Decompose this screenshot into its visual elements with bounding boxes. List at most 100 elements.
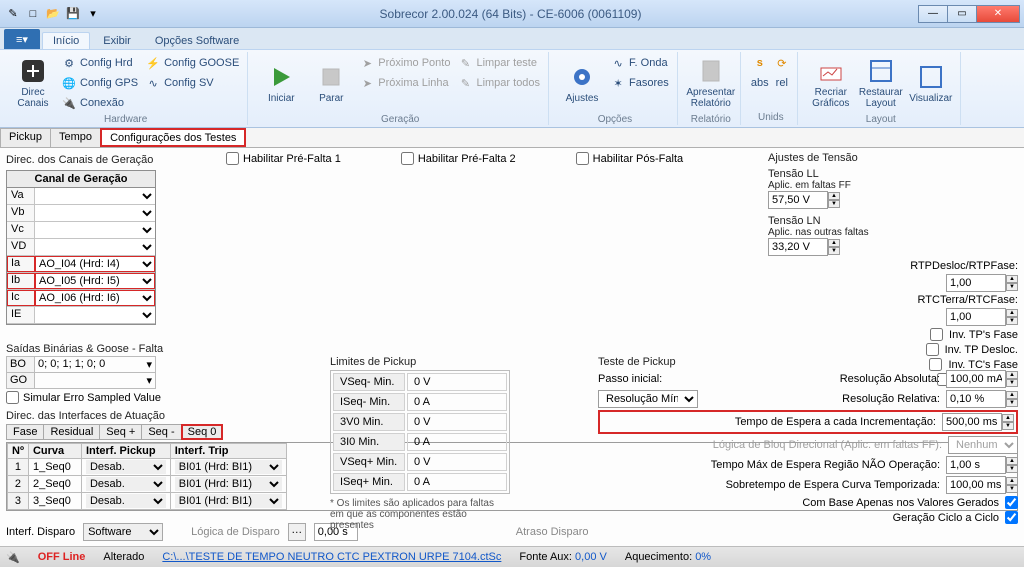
limites-table: VSeq- Min.0 VISeq- Min.0 A3V0 Min.0 V3I0…	[330, 370, 510, 494]
interf-disparo-select[interactable]: Software	[83, 523, 163, 541]
itab-seq-zero[interactable]: Seq 0	[181, 424, 224, 440]
dropdown-icon[interactable]: ▾	[146, 358, 152, 371]
f-onda-button[interactable]: ∿F. Onda	[609, 54, 671, 72]
res-rel-input[interactable]	[946, 390, 1006, 408]
curva-row: 22_Seq0Desab.BI01 (Hrd: BI1)	[8, 476, 287, 493]
chk-pos-falta[interactable]: Habilitar Pós-Falta	[576, 152, 683, 165]
logica-disparo-btn[interactable]: …	[288, 523, 306, 541]
chk-pre-falta-2[interactable]: Habilitar Pré-Falta 2	[401, 152, 516, 165]
apresentar-relatorio-button[interactable]: Apresentar Relatório	[688, 54, 734, 112]
limites-note: * Os limites são aplicados para faltas e…	[330, 498, 510, 531]
recriar-graficos-button[interactable]: Recriar Gráficos	[808, 54, 854, 112]
tab-config-testes[interactable]: Configurações dos Testes	[100, 128, 246, 147]
unit-rel-button[interactable]: rel	[773, 74, 791, 92]
limpar-teste-button[interactable]: ✎Limpar teste	[456, 54, 542, 72]
tempo-espera-input[interactable]	[942, 413, 1002, 431]
bo-row[interactable]: BO0; 0; 1; 1; 0; 0▾	[6, 356, 156, 373]
rtc-input[interactable]	[946, 308, 1006, 326]
gen-select-ib[interactable]: AO_I05 (Hrd: I5)	[35, 273, 155, 289]
tensao-ll-input[interactable]	[768, 191, 828, 209]
trip-select[interactable]: BI01 (Hrd: BI1)	[175, 460, 282, 474]
config-goose-button[interactable]: ⚡Config GOOSE	[144, 54, 241, 72]
limpar-todos-button[interactable]: ✎Limpar todos	[456, 74, 542, 92]
pickup-select[interactable]: Desab.	[86, 460, 166, 474]
itab-seq-minus[interactable]: Seq -	[141, 424, 181, 440]
ribbon: Direc Canais ⚙Config Hrd 🌐Config GPS 🔌Co…	[0, 50, 1024, 128]
config-hrd-button[interactable]: ⚙Config Hrd	[60, 54, 140, 72]
open-icon[interactable]: 📂	[44, 5, 62, 23]
gen-select-ia[interactable]: AO_I04 (Hrd: I4)	[35, 256, 155, 272]
gen-row-ic: IcAO_I06 (Hrd: I6)	[7, 290, 155, 307]
title-bar: ✎ □ 📂 💾 ▾ Sobrecor 2.00.024 (64 Bits) - …	[0, 0, 1024, 28]
restaurar-layout-button[interactable]: Restaurar Layout	[858, 54, 904, 112]
go-row[interactable]: GO▾	[6, 372, 156, 389]
rtp-input[interactable]	[946, 274, 1006, 292]
arrows-icon	[19, 57, 47, 85]
atraso-disparo-label: Atraso Disparo	[516, 526, 589, 538]
sobretempo-input[interactable]	[946, 476, 1006, 494]
conexao-button[interactable]: 🔌Conexão	[60, 94, 140, 112]
visualizar-button[interactable]: Visualizar	[908, 54, 954, 112]
tab-tempo[interactable]: Tempo	[50, 128, 101, 147]
itab-seq-plus[interactable]: Seq +	[99, 424, 142, 440]
spin-up-icon[interactable]: ▲	[828, 192, 840, 200]
maximize-button[interactable]: ▭	[947, 5, 977, 23]
group-label-layout: Layout	[808, 114, 954, 125]
dropdown-icon[interactable]: ▾	[146, 374, 152, 387]
trip-select[interactable]: BI01 (Hrd: BI1)	[175, 494, 282, 508]
ribbon-tab-opcoes[interactable]: Opções Software	[144, 32, 250, 49]
ajustes-button[interactable]: Ajustes	[559, 54, 605, 112]
logica-bloq-select[interactable]: Nenhuma	[948, 436, 1018, 454]
status-file-path[interactable]: C:\...\TESTE DE TEMPO NEUTRO CTC PEXTRON…	[162, 551, 501, 563]
spin-down-icon[interactable]: ▼	[828, 247, 840, 255]
new-doc-icon[interactable]: □	[24, 5, 42, 23]
parar-button[interactable]: Parar	[308, 54, 354, 112]
lim-row: 3I0 Min.0 A	[333, 433, 507, 451]
tab-pickup[interactable]: Pickup	[0, 128, 51, 147]
ribbon-tab-exibir[interactable]: Exibir	[92, 32, 142, 49]
res-abs-input[interactable]	[946, 370, 1006, 388]
chk-com-base[interactable]: Com Base Apenas nos Valores Gerados	[598, 496, 1018, 509]
curva-row: 33_Seq0Desab.BI01 (Hrd: BI1)	[8, 493, 287, 510]
trip-select[interactable]: BI01 (Hrd: BI1)	[175, 477, 282, 491]
pickup-select[interactable]: Desab.	[86, 494, 166, 508]
unit-cycle-button[interactable]: ⟳	[773, 54, 791, 72]
chk-ger-ciclo[interactable]: Geração Ciclo a Ciclo	[598, 511, 1018, 524]
proxima-linha-button[interactable]: ➤Próxima Linha	[358, 74, 452, 92]
passo-inicial-select[interactable]: Resolução Mín	[598, 390, 698, 408]
config-sv-button[interactable]: ∿Config SV	[144, 74, 241, 92]
iniciar-button[interactable]: Iniciar	[258, 54, 304, 112]
chk-inv-tp-fase[interactable]: Inv. TP's Fase	[768, 328, 1018, 341]
fasores-button[interactable]: ✶Fasores	[609, 74, 671, 92]
page-tabs: Pickup Tempo Configurações dos Testes	[0, 128, 1024, 148]
gen-select-ie[interactable]	[35, 307, 155, 323]
chk-pre-falta-1[interactable]: Habilitar Pré-Falta 1	[226, 152, 341, 165]
unit-abs-button[interactable]: abs	[751, 74, 769, 92]
gen-select-vc[interactable]	[35, 222, 155, 238]
gen-select-va[interactable]	[35, 188, 155, 204]
tensao-ln-input[interactable]	[768, 238, 828, 256]
config-gps-button[interactable]: 🌐Config GPS	[60, 74, 140, 92]
itab-fase[interactable]: Fase	[6, 424, 44, 440]
gen-select-vb[interactable]	[35, 205, 155, 221]
phasor-icon: ✶	[611, 76, 625, 90]
ribbon-tab-inicio[interactable]: Início	[42, 32, 90, 49]
proximo-ponto-button[interactable]: ➤Próximo Ponto	[358, 54, 452, 72]
curva-row: 11_Seq0Desab.BI01 (Hrd: BI1)	[8, 459, 287, 476]
tempo-max-input[interactable]	[946, 456, 1006, 474]
minimize-button[interactable]: —	[918, 5, 948, 23]
spin-down-icon[interactable]: ▼	[828, 200, 840, 208]
save-icon[interactable]: 💾	[64, 5, 82, 23]
unit-s-button[interactable]: s	[751, 54, 769, 72]
pickup-select[interactable]: Desab.	[86, 477, 166, 491]
gen-select-ic[interactable]: AO_I06 (Hrd: I6)	[35, 290, 155, 306]
direc-canais-button[interactable]: Direc Canais	[10, 54, 56, 112]
app-menu-button[interactable]: ≡▾	[4, 29, 40, 49]
spin-up-icon[interactable]: ▲	[828, 239, 840, 247]
itab-residual[interactable]: Residual	[43, 424, 100, 440]
status-alterado: Alterado	[103, 551, 144, 563]
qat-dropdown-icon[interactable]: ▾	[84, 5, 102, 23]
gen-select-vd[interactable]	[35, 239, 155, 255]
pencil-icon[interactable]: ✎	[4, 5, 22, 23]
close-button[interactable]: ✕	[976, 5, 1020, 23]
